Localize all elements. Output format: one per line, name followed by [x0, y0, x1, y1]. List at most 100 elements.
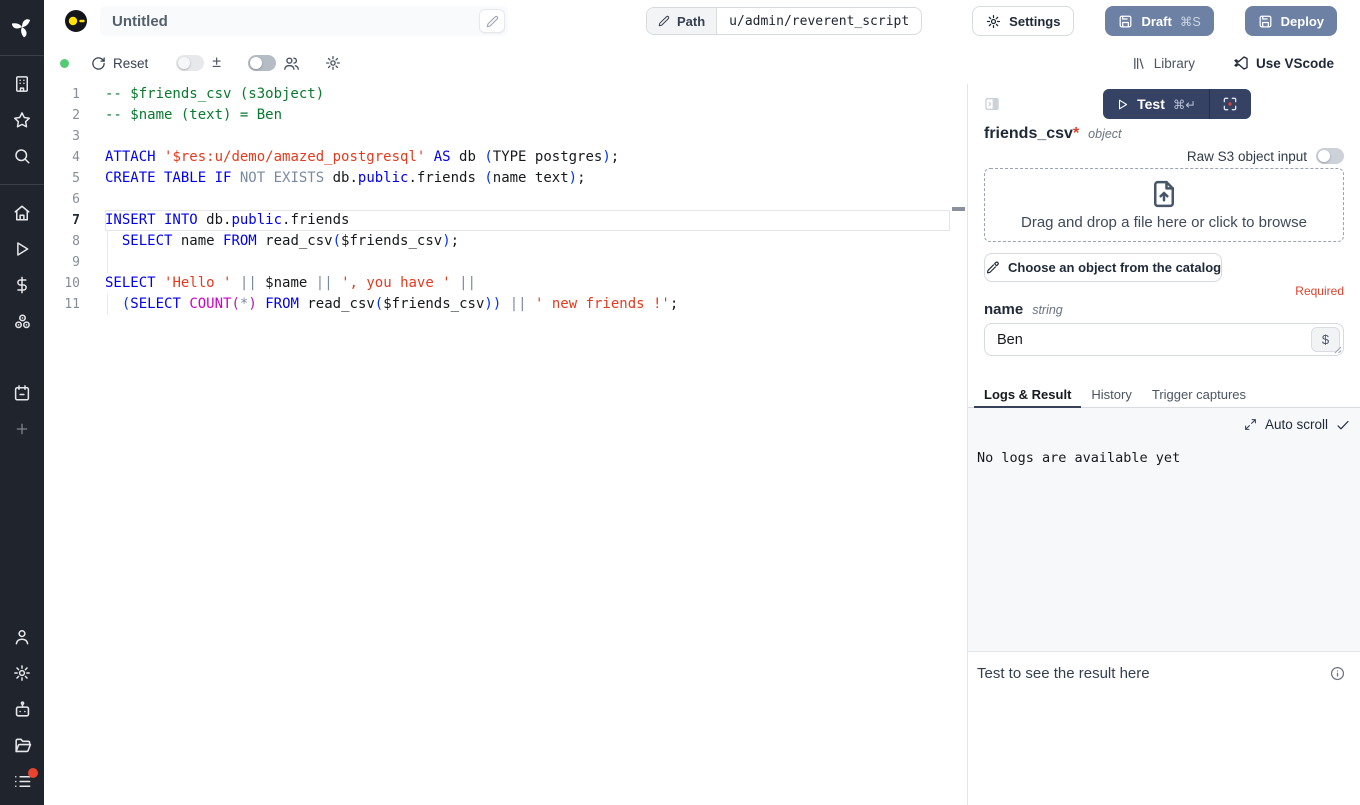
logs-empty-message: No logs are available yet [977, 450, 1180, 466]
script-title: Untitled [112, 13, 479, 30]
auto-scroll-control[interactable]: Auto scroll [1244, 417, 1350, 432]
draft-button[interactable]: Draft ⌘S [1105, 6, 1213, 36]
file-dropzone[interactable]: Drag and drop a file here or click to br… [984, 168, 1344, 242]
app-sidebar [0, 0, 44, 805]
line-number[interactable]: 3 [44, 126, 105, 147]
library-button[interactable]: Library [1132, 56, 1195, 71]
code-line[interactable]: 7INSERT INTO db.public.friends [44, 210, 952, 231]
line-number[interactable]: 1 [44, 84, 105, 105]
code-line[interactable]: 8 SELECT name FROM read_csv($friends_csv… [44, 231, 952, 252]
edit-path-pencil-icon [658, 15, 670, 27]
duckdb-language-icon [64, 9, 88, 33]
resize-handle[interactable] [1334, 346, 1342, 354]
name-input[interactable]: Ben $ [984, 323, 1344, 356]
plus-minus-icon: ± [212, 54, 221, 72]
line-number[interactable]: 7 [44, 210, 105, 231]
notification-dot [28, 768, 38, 778]
audit-list-icon[interactable] [0, 763, 44, 799]
line-number[interactable]: 6 [44, 189, 105, 210]
script-path-button[interactable]: Path u/admin/reverent_script [646, 7, 922, 35]
editor-settings-gear-icon[interactable] [325, 55, 341, 71]
library-icon [1132, 56, 1147, 71]
choose-object-catalog-button[interactable]: Choose an object from the catalog [984, 253, 1222, 282]
code-line[interactable]: 3 [44, 126, 952, 147]
save-icon [1258, 14, 1273, 29]
line-number[interactable]: 9 [44, 252, 105, 273]
test-button[interactable]: Test ⌘↵ [1103, 89, 1209, 119]
indent-guide [107, 294, 108, 315]
line-number[interactable]: 11 [44, 294, 105, 315]
gear-icon [986, 14, 1001, 29]
home-icon[interactable] [0, 195, 44, 231]
indent-guide [107, 252, 108, 273]
editor-toolbar: Reset ± Library Use VScode [44, 42, 1360, 84]
code-line[interactable]: 11 (SELECT COUNT(*) FROM read_csv($frien… [44, 294, 952, 315]
deploy-button[interactable]: Deploy [1245, 6, 1337, 36]
run-panel: Test ⌘↵ friends_csv* object Raw S3 objec [967, 84, 1360, 805]
arg-friends-csv-label: friends_csv* [984, 125, 1079, 143]
code-line[interactable]: 9 [44, 252, 952, 273]
multiplayer-toggle[interactable] [248, 55, 276, 71]
test-shortcut: ⌘↵ [1173, 97, 1196, 112]
saved-status-dot [60, 59, 69, 68]
settings-gear-icon[interactable] [0, 655, 44, 691]
settings-button[interactable]: Settings [972, 6, 1074, 36]
capture-button[interactable] [1210, 89, 1251, 119]
code-line[interactable]: 5CREATE TABLE IF NOT EXISTS db.public.fr… [44, 168, 952, 189]
tab-trigger-captures[interactable]: Trigger captures [1142, 382, 1256, 407]
line-number[interactable]: 10 [44, 273, 105, 294]
use-vscode-button[interactable]: Use VScode [1233, 55, 1334, 71]
code-line[interactable]: 10SELECT 'Hello ' || $name || ', you hav… [44, 273, 952, 294]
runs-play-icon[interactable] [0, 231, 44, 267]
code-line[interactable]: 6 [44, 189, 952, 210]
name-input-value: Ben [997, 332, 1023, 348]
capture-icon [1222, 96, 1238, 112]
code-line[interactable]: 2-- $name (text) = Ben [44, 105, 952, 126]
line-number[interactable]: 5 [44, 168, 105, 189]
raw-s3-toggle[interactable] [1316, 148, 1344, 164]
folder-open-icon[interactable] [0, 727, 44, 763]
reset-button[interactable]: Reset [91, 56, 148, 71]
ai-bot-icon[interactable] [0, 691, 44, 727]
save-icon [1118, 14, 1133, 29]
vscode-icon [1233, 55, 1249, 71]
script-title-input[interactable]: Untitled [100, 6, 508, 36]
code-editor[interactable]: 1-- $friends_csv (s3object)2-- $name (te… [44, 84, 967, 805]
workspace-icon[interactable] [0, 66, 44, 102]
indent-guide [107, 231, 108, 252]
path-label: Path [677, 14, 705, 29]
variables-dollar-icon[interactable] [0, 267, 44, 303]
topbar: Untitled Path u/admin/reverent_script Se… [44, 0, 1360, 42]
tab-history[interactable]: History [1081, 382, 1141, 407]
code-lines: 1-- $friends_csv (s3object)2-- $name (te… [44, 84, 952, 315]
search-icon[interactable] [0, 138, 44, 174]
resources-icon[interactable] [0, 303, 44, 339]
scrollbar-cursor-marker[interactable] [952, 207, 965, 211]
code-line[interactable]: 4ATTACH '$res:u/demo/amazed_postgresql' … [44, 147, 952, 168]
raw-s3-label: Raw S3 object input [1187, 149, 1307, 164]
info-icon[interactable] [1330, 666, 1345, 681]
logs-panel: Auto scroll No logs are available yet [968, 408, 1360, 652]
refresh-icon [91, 56, 106, 71]
path-value: u/admin/reverent_script [717, 8, 921, 34]
edit-title-button[interactable] [479, 9, 505, 33]
dropzone-label: Drag and drop a file here or click to br… [1021, 214, 1307, 231]
line-number[interactable]: 8 [44, 231, 105, 252]
arg-friends-csv-type: object [1088, 127, 1121, 141]
code-line[interactable]: 1-- $friends_csv (s3object) [44, 84, 952, 105]
diff-toggle[interactable] [176, 55, 204, 71]
favorites-star-icon[interactable] [0, 102, 44, 138]
user-icon[interactable] [0, 619, 44, 655]
users-icon [283, 55, 300, 72]
check-icon [1336, 418, 1350, 432]
result-placeholder: Test to see the result here [977, 665, 1150, 682]
windmill-logo-icon[interactable] [0, 9, 44, 45]
line-number[interactable]: 4 [44, 147, 105, 168]
add-item-plus-icon[interactable] [0, 411, 44, 447]
collapse-panel-icon[interactable] [984, 96, 1000, 112]
result-panel: Test to see the result here [968, 652, 1360, 805]
schedules-calendar-icon[interactable] [0, 375, 44, 411]
pipette-icon [985, 261, 999, 275]
line-number[interactable]: 2 [44, 105, 105, 126]
tab-logs-result[interactable]: Logs & Result [974, 382, 1081, 407]
